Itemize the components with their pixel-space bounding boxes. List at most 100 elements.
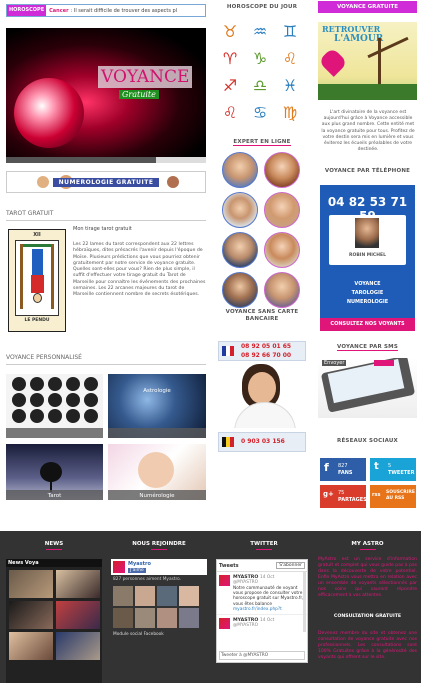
fb-like-button[interactable]: J'aime (128, 568, 146, 573)
tweet: MYASTRO 14 Oct @MYASTRO Notre communauté… (217, 572, 307, 614)
zodiac-sign-icon[interactable]: ♎ (249, 74, 271, 96)
social-count: 827 (338, 463, 348, 469)
news-thumb[interactable] (56, 570, 100, 598)
love-promo-image[interactable]: RETROUVER L'AMOUR (318, 22, 417, 100)
fb-page-name[interactable]: Myastro (128, 561, 151, 567)
zodiac-sign-icon[interactable]: ♍ (279, 101, 301, 123)
twitter-scrollbar[interactable] (303, 572, 306, 632)
footer-myastro-heading: MY ASTRO (318, 541, 417, 550)
news-thumb[interactable] (9, 570, 53, 598)
social-googleplus[interactable]: g+ 75 PARTAGES (320, 485, 367, 508)
horoscope-heading: HOROSCOPE DU JOUR (226, 4, 298, 10)
fan-avatar[interactable] (157, 608, 177, 628)
news-widget: News Voya (6, 559, 102, 683)
zodiac-sign-icon[interactable]: ♑ (249, 47, 271, 69)
myastro-logo (113, 561, 125, 573)
phone-fr-1[interactable]: 08 92 05 01 65 (241, 343, 291, 350)
expert-avatar[interactable] (222, 192, 258, 228)
googleplus-icon: g+ (323, 490, 334, 498)
tweet-to-input[interactable]: Tweeter à @MYASTRO (219, 651, 305, 660)
perso-tile-tarot[interactable]: Tarot (6, 444, 103, 500)
zodiac-sign-icon[interactable]: ♌ (279, 47, 301, 69)
expert-avatar[interactable] (222, 272, 258, 308)
perso-heading: VOYANCE PERSONNALISÉ (6, 354, 82, 361)
tarot-card[interactable]: XII LE PENDU (8, 229, 66, 332)
zodiac-sign-icon[interactable]: ♌ (219, 101, 241, 123)
perso-tile-numerologie[interactable]: Numérologie (108, 444, 206, 500)
sms-heading-text: VOYANCE PAR SMS (337, 344, 398, 351)
social-unit: SOUSCRIRE AU RSS (386, 490, 415, 501)
fb-like-count: 827 personnes aiment Myastro. (113, 577, 182, 582)
perso-tile-symbols[interactable] (6, 374, 103, 438)
footer-twitter-heading: TWITTER (216, 541, 312, 550)
social-unit: TWEETER (388, 470, 415, 476)
social-rss[interactable]: rss SOUSCRIRE AU RSS (370, 485, 416, 508)
expert-avatar[interactable] (222, 152, 258, 188)
facebook-widget: Myastro J'aime 827 personnes aiment Myas… (111, 559, 207, 659)
tile-label: Astrologie (143, 388, 171, 394)
tweets-label: Tweets (219, 562, 239, 569)
social-heading: RÉSEAUX SOCIAUX (337, 438, 398, 444)
news-thumb[interactable] (9, 632, 53, 660)
hero-banner[interactable]: VOYANCE Gratuite (6, 28, 206, 163)
perso-tile-astrologie[interactable]: Astrologie (108, 374, 206, 438)
expert-avatar[interactable] (264, 152, 300, 188)
tarot-draw-link[interactable]: Mon tirage tarot gratuit (73, 226, 132, 232)
fan-avatar[interactable] (135, 608, 155, 628)
fan-avatar[interactable] (135, 586, 155, 606)
phone-be[interactable]: 0 903 03 156 (241, 438, 285, 445)
tarot-card-number: XII (33, 232, 41, 238)
france-flag-icon (222, 346, 234, 356)
hero-progress-bar (6, 157, 206, 163)
fan-avatar[interactable] (179, 586, 199, 606)
social-unit: PARTAGES (338, 497, 367, 503)
phone-fr-2[interactable]: 08 92 66 70 00 (241, 352, 291, 359)
news-tab[interactable]: News Voya (6, 559, 102, 567)
fan-avatar[interactable] (113, 608, 133, 628)
zodiac-sign-icon[interactable]: ♈ (219, 47, 241, 69)
expert-photo-card: ROBIN MICHEL (329, 215, 406, 265)
phone-card: 04 82 53 71 59 ROBIN MICHEL VOYANCE TARO… (320, 185, 415, 331)
news-thumb[interactable] (56, 601, 100, 629)
no-card-be-box[interactable]: 0 903 03 156 (218, 432, 306, 452)
zodiac-sign-icon[interactable]: ♒ (249, 20, 271, 42)
facebook-icon: f (324, 461, 329, 474)
no-card-heading: VOYANCE SANS CARTE BANCAIRE (225, 309, 299, 322)
expert-avatar[interactable] (264, 232, 300, 268)
ticker-sign[interactable]: Cancer (49, 8, 68, 14)
fb-plugin-label[interactable]: Module social Facebook (111, 630, 207, 639)
service-tarologie: TAROLOGIE (351, 290, 384, 296)
fan-avatar[interactable] (113, 586, 133, 606)
zodiac-sign-icon[interactable]: ♋ (249, 101, 271, 123)
tweet-link[interactable]: myastro.fr/index.php?t (233, 607, 305, 612)
fan-avatar[interactable] (179, 608, 199, 628)
expert-avatar[interactable] (264, 192, 300, 228)
sms-phone-image[interactable]: Envoyer (318, 358, 417, 418)
fan-avatar[interactable] (157, 586, 177, 606)
service-voyance: VOYANCE (354, 281, 381, 287)
hero-subtitle: Gratuite (119, 90, 159, 99)
news-thumb[interactable] (56, 632, 100, 660)
news-thumb[interactable] (9, 601, 53, 629)
no-card-fr-box[interactable]: 08 92 05 01 65 08 92 66 70 00 (218, 341, 306, 361)
tarot-card-name: LE PENDU (24, 318, 50, 323)
experts-grid (222, 152, 302, 308)
expert-name: ROBIN MICHEL (349, 253, 386, 258)
expert-avatar[interactable] (264, 272, 300, 308)
hero-title: VOYANCE (98, 66, 193, 88)
zodiac-sign-icon[interactable]: ♊ (279, 20, 301, 42)
zodiac-sign-icon[interactable]: ♓ (279, 74, 301, 96)
consult-voyants-button[interactable]: CONSULTEZ NOS VOYANTS (320, 318, 415, 331)
promo-title-1: RETROUVER (322, 24, 381, 34)
twitter-icon: t (374, 461, 379, 472)
expert-avatar[interactable] (222, 232, 258, 268)
zodiac-sign-icon[interactable]: ♐ (219, 74, 241, 96)
follow-button[interactable]: S'abonner (276, 562, 305, 569)
numerology-banner[interactable]: NUMEROLOGIE GRATUITE (6, 171, 206, 193)
promo-description: L'art divinatoire de la voyance est aujo… (321, 110, 415, 153)
zodiac-sign-icon[interactable]: ♉ (219, 20, 241, 42)
tile-label: Tarot (47, 493, 62, 499)
tarot-card-illustration (15, 240, 59, 316)
social-facebook[interactable]: f 827 FANS (320, 458, 366, 481)
social-twitter[interactable]: t 5 TWEETER (370, 458, 416, 481)
